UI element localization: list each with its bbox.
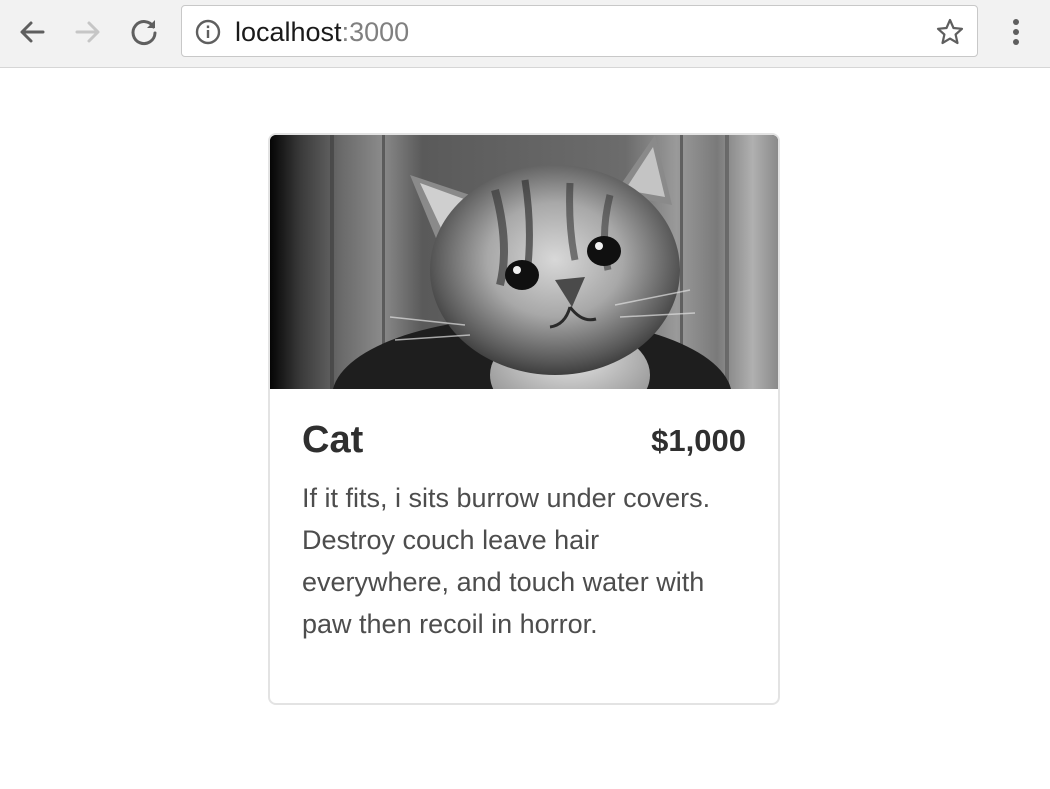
reload-icon — [131, 20, 157, 46]
browser-menu-button[interactable] — [1000, 14, 1032, 50]
address-bar[interactable]: localhost:3000 — [181, 5, 978, 57]
arrow-left-icon — [20, 21, 45, 43]
card-description: If it fits, i sits burrow under covers. … — [302, 483, 711, 639]
info-icon[interactable] — [195, 19, 221, 45]
card-price: $1,000 — [651, 423, 746, 458]
cat-image — [270, 135, 778, 389]
reload-button[interactable] — [126, 14, 162, 50]
back-button[interactable] — [14, 14, 50, 50]
forward-button[interactable] — [70, 14, 106, 50]
vertical-dots-icon — [1013, 19, 1019, 45]
url-text[interactable]: localhost:3000 — [235, 17, 409, 47]
arrow-right-icon — [75, 21, 100, 43]
browser-toolbar: localhost:3000 — [0, 0, 1050, 68]
url-port: :3000 — [341, 17, 410, 47]
url-host: localhost — [235, 17, 342, 47]
product-card: Cat $1,000 If it fits, i sits burrow und… — [268, 133, 780, 705]
card-title: Cat — [302, 419, 364, 461]
star-icon[interactable] — [935, 17, 965, 47]
